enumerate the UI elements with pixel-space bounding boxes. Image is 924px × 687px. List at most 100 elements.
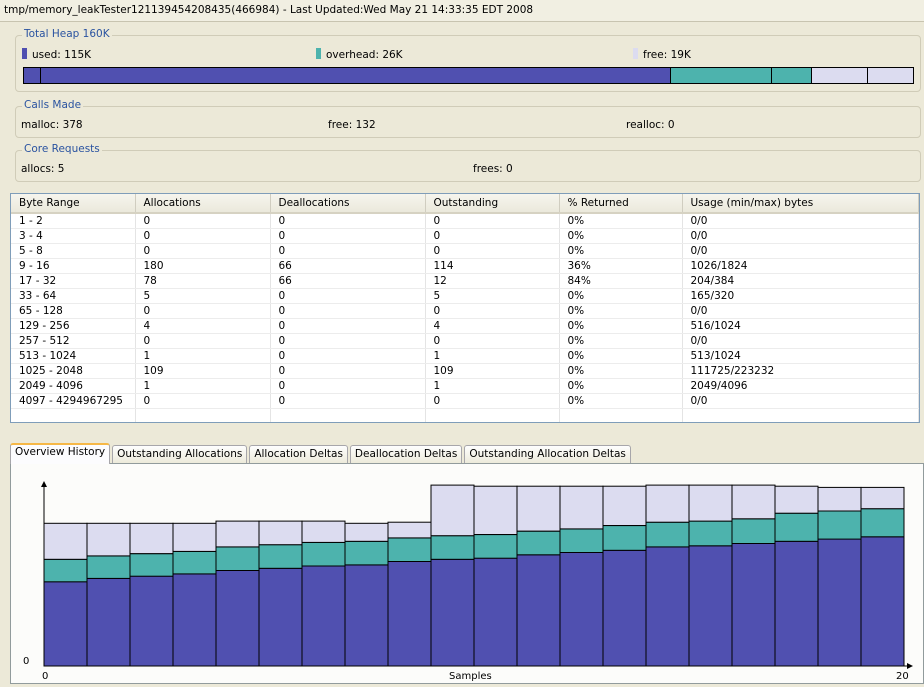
cell-byte-range: 257 - 512 (11, 333, 136, 349)
column-header-allocations[interactable]: Allocations (135, 194, 271, 214)
empty-cell (135, 423, 270, 424)
bar-free-sample-2 (86, 522, 131, 557)
cell-usage: 516/1024 (682, 318, 919, 334)
table-row[interactable]: 65 - 128 0 0 0 0% 0/0 (11, 303, 919, 319)
table-row[interactable]: 3 - 4 0 0 0 0% 0/0 (11, 228, 919, 244)
cell-usage: 0/0 (682, 333, 919, 349)
cell-allocations: 1 (135, 378, 271, 394)
cell-deallocations: 0 (270, 363, 426, 379)
tab-outstanding-allocations[interactable]: Outstanding Allocations (112, 445, 248, 464)
tab-overview-history[interactable]: Overview History (10, 443, 111, 464)
table-row[interactable]: 2049 - 4096 1 0 1 0% 2049/4096 (11, 378, 919, 394)
bar-free-sample-18 (774, 485, 819, 514)
table-row[interactable]: 9 - 16 180 66 114 36% 1026/1824 (11, 258, 919, 274)
cell-usage: 0/0 (682, 393, 919, 409)
cell-usage: 111725/223232 (682, 363, 919, 379)
cell-allocations: 109 (135, 363, 271, 379)
heap-segment-free (811, 68, 868, 83)
cell-deallocations: 0 (270, 303, 426, 319)
cell-outstanding: 0 (425, 303, 560, 319)
bar-free-sample-9 (387, 521, 432, 539)
cell-outstanding: 0 (425, 333, 560, 349)
empty-cell (11, 408, 136, 422)
table-header-row: Byte Range Allocations Deallocations Out… (11, 194, 919, 214)
table-row[interactable]: 33 - 64 5 0 5 0% 165/320 (11, 288, 919, 304)
bar-free-sample-16 (688, 484, 733, 522)
cell-outstanding: 1 (425, 348, 560, 364)
bar-overhead-sample-18 (774, 512, 819, 542)
cell-allocations: 0 (135, 333, 271, 349)
bar-used-sample-7 (301, 565, 346, 667)
overhead-value: overhead: 26K (326, 49, 403, 61)
table-row[interactable]: 4097 - 4294967295 0 0 0 0% 0/0 (11, 393, 919, 409)
column-header-usage[interactable]: Usage (min/max) bytes (682, 194, 919, 214)
core-requests-label: Core Requests (22, 143, 102, 155)
cell-outstanding: 12 (425, 273, 560, 289)
cell-percent-returned: 0% (559, 228, 683, 244)
table-row[interactable]: 1 - 2 0 0 0 0% 0/0 (11, 213, 919, 229)
bar-overhead-sample-20 (860, 508, 905, 538)
bar-used-sample-1 (43, 581, 88, 667)
bar-overhead-sample-10 (430, 535, 475, 560)
cell-usage: 165/320 (682, 288, 919, 304)
tab-allocation-deltas[interactable]: Allocation Deltas (249, 445, 348, 464)
bar-overhead-sample-6 (258, 544, 303, 569)
heap-segment-overhead (772, 68, 812, 83)
empty-cell (559, 423, 682, 424)
x-axis-label: Samples (449, 671, 492, 682)
column-header-byte-range[interactable]: Byte Range (11, 194, 136, 214)
cell-outstanding: 109 (425, 363, 560, 379)
bar-used-sample-5 (215, 570, 260, 667)
heap-usage-bar (23, 67, 914, 84)
malloc-count: malloc: 378 (21, 119, 83, 131)
legend-free: free: 19K (633, 48, 691, 61)
cell-deallocations: 0 (270, 378, 426, 394)
cell-usage: 0/0 (682, 213, 919, 229)
cell-byte-range: 2049 - 4096 (11, 378, 136, 394)
tab-outstanding-allocation-deltas[interactable]: Outstanding Allocation Deltas (464, 445, 631, 464)
table-row[interactable]: 5 - 8 0 0 0 0% 0/0 (11, 243, 919, 259)
column-header-percent-returned[interactable]: % Returned (559, 194, 683, 214)
table-row[interactable]: 257 - 512 0 0 0 0% 0/0 (11, 333, 919, 349)
bar-used-sample-18 (774, 540, 819, 667)
legend-used: used: 115K (22, 48, 91, 61)
y-axis-arrow-icon (41, 481, 47, 487)
table-row[interactable]: 513 - 1024 1 0 1 0% 513/1024 (11, 348, 919, 364)
table-row[interactable]: 1025 - 2048 109 0 109 0% 111725/223232 (11, 363, 919, 379)
cell-byte-range: 1025 - 2048 (11, 363, 136, 379)
cell-outstanding: 0 (425, 243, 560, 259)
cell-deallocations: 0 (270, 228, 426, 244)
column-header-deallocations[interactable]: Deallocations (270, 194, 426, 214)
bar-free-sample-3 (129, 522, 174, 555)
byte-range-table[interactable]: Byte Range Allocations Deallocations Out… (10, 193, 920, 423)
cell-byte-range: 33 - 64 (11, 288, 136, 304)
cell-allocations: 0 (135, 228, 271, 244)
bar-free-sample-14 (602, 485, 647, 526)
free-swatch (633, 48, 638, 59)
table-row[interactable]: 129 - 256 4 0 4 0% 516/1024 (11, 318, 919, 334)
empty-cell (559, 408, 683, 422)
free-count: free: 132 (328, 119, 376, 131)
bar-used-sample-12 (516, 554, 561, 667)
cell-allocations: 0 (135, 213, 271, 229)
bar-free-sample-15 (645, 484, 690, 523)
bar-used-sample-20 (860, 536, 905, 667)
y-tick-label-0: 0 (23, 656, 29, 667)
cell-allocations: 0 (135, 303, 271, 319)
bar-overhead-sample-2 (86, 555, 131, 579)
empty-cell (682, 423, 919, 424)
x-axis-arrow-icon (907, 663, 913, 669)
tab-deallocation-deltas[interactable]: Deallocation Deltas (349, 445, 463, 464)
cell-deallocations: 0 (270, 213, 426, 229)
empty-table-row (11, 408, 919, 422)
cell-percent-returned: 0% (559, 303, 683, 319)
bar-overhead-sample-12 (516, 530, 561, 556)
cell-deallocations: 66 (270, 273, 426, 289)
calls-made-label: Calls Made (22, 99, 84, 111)
used-value: used: 115K (32, 49, 92, 61)
cell-usage: 1026/1824 (682, 258, 919, 274)
cell-allocations: 180 (135, 258, 271, 274)
column-header-outstanding[interactable]: Outstanding (425, 194, 560, 214)
table-row[interactable]: 17 - 32 78 66 12 84% 204/384 (11, 273, 919, 289)
overhead-swatch (316, 48, 321, 59)
